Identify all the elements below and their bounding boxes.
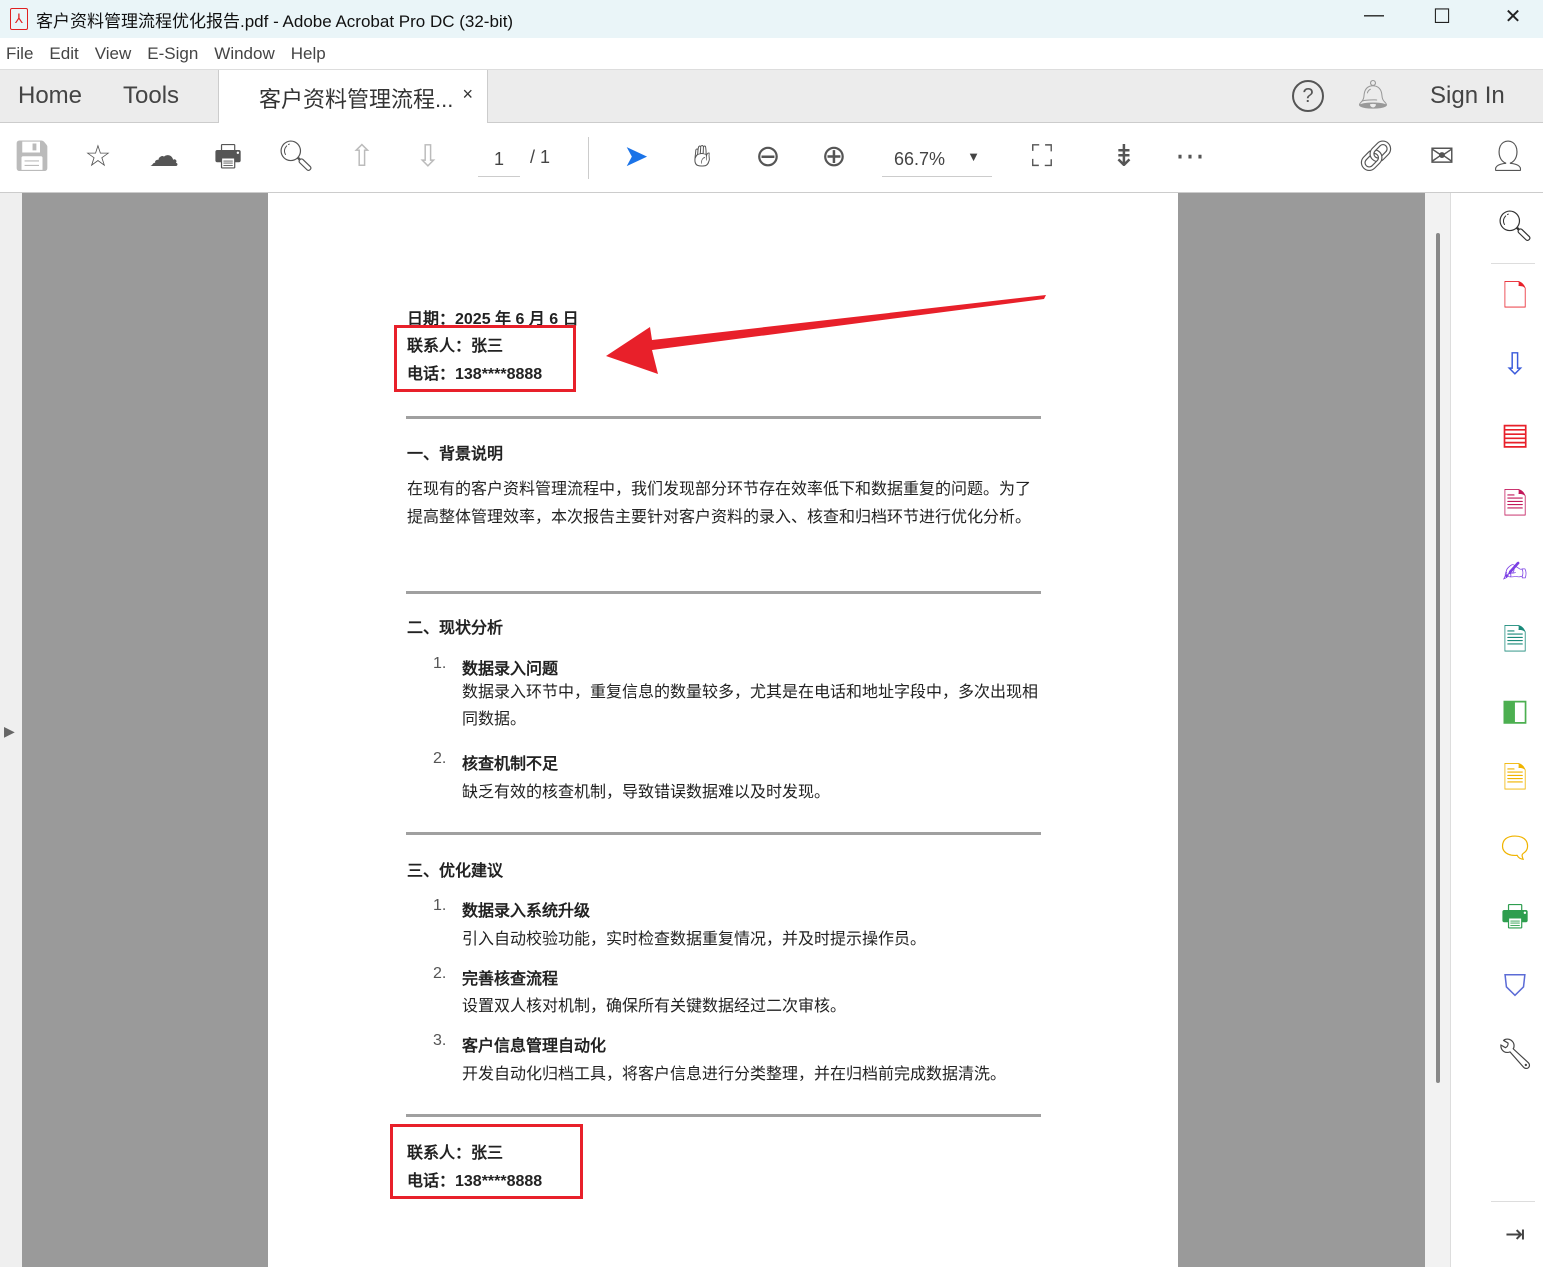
tab-document[interactable]: 客户资料管理流程... × [218,70,488,123]
list-item-title: 完善核查流程 [462,971,559,988]
page-number-input[interactable]: 1 [478,145,520,177]
minimize-button[interactable]: — [1354,4,1394,27]
list-number: 2. [433,965,447,982]
list-item-body: 引入自动校验功能，实时检查数据重复情况，并及时提示操作员。 [462,931,927,948]
list-item-title: 核查机制不足 [462,756,559,773]
page-fit-icon[interactable]: ⛶ [1022,137,1062,177]
scroll-mode-icon[interactable]: ⇟ [1104,137,1144,177]
close-tab-icon[interactable]: × [462,84,473,105]
title-bar: ⅄ 客户资料管理流程优化报告.pdf - Adobe Acrobat Pro D… [0,0,1543,38]
zoom-select[interactable]: 66.7% ▼ [882,145,992,177]
annotation-arrow [606,295,1046,374]
search-icon[interactable]: 🔍︎ [276,137,316,177]
cloud-upload-icon[interactable]: ☁ [144,137,184,177]
scroll-thumb[interactable] [1436,233,1440,1083]
menu-help[interactable]: Help [291,44,326,64]
divider [1491,1201,1535,1202]
print-production-icon[interactable]: 🖶 [1495,897,1535,937]
divider [1491,263,1535,264]
list-item-title: 数据录入问题 [462,661,559,678]
page-count: / 1 [530,147,551,167]
divider [588,137,589,179]
list-number: 3. [433,1032,447,1049]
add-user-icon[interactable]: 👤︎ [1488,137,1528,177]
toolbar: 💾︎ ☆ ☁ 🖶 🔍︎ ⇧ ⇩ 1 / 1 ➤ ✋︎ ⊖ ⊕ 66.7% ▼ ⛶ … [0,123,1543,193]
collapse-pane-icon[interactable]: ⇥ [1495,1215,1535,1255]
tab-tools[interactable]: Tools [123,82,179,110]
more-tools-icon[interactable]: 🔧︎ [1495,1035,1535,1075]
hand-icon[interactable]: ✋︎ [682,137,722,177]
select-cursor-icon[interactable]: ➤ [616,137,656,177]
list-number: 1. [433,897,447,914]
list-item-body: 缺乏有效的核查机制，导致错误数据难以及时发现。 [462,784,831,801]
list-item-body: 设置双人核对机制，确保所有关键数据经过二次审核。 [462,998,847,1015]
export-pdf-icon[interactable]: ⇩ [1495,345,1535,385]
protect-icon[interactable]: ⛉ [1495,967,1535,1007]
fill-sign-icon[interactable]: ✍ [1495,553,1535,593]
divider [406,1114,1041,1117]
menu-edit[interactable]: Edit [49,44,78,64]
left-panel-toggle[interactable]: ▶ [0,193,22,1267]
list-number: 1. [433,655,447,672]
menu-esign[interactable]: E-Sign [147,44,198,64]
more-icon[interactable]: ⋯ [1170,137,1210,177]
close-button[interactable]: ✕ [1493,4,1533,29]
compare-icon[interactable]: ◧ [1495,691,1535,731]
expand-left-icon[interactable]: ▶ [4,723,15,740]
edit-pdf-icon[interactable]: 🗎 [1495,485,1535,525]
menu-window[interactable]: Window [214,44,274,64]
next-page-icon[interactable]: ⇩ [408,137,448,177]
vertical-scrollbar[interactable] [1425,193,1450,1267]
bell-icon[interactable]: 🔔︎ [1355,78,1391,111]
zoom-in-icon[interactable]: ⊕ [814,137,854,177]
section-1-body: 在现有的客户资料管理流程中，我们发现部分环节存在效率低下和数据重复的问题。为了提… [407,481,1032,526]
divider [406,591,1041,594]
list-item-body: 开发自动化归档工具，将客户信息进行分类整理，并在归档前完成数据清洗。 [462,1066,1007,1083]
create-pdf-icon[interactable]: 🗋 [1495,277,1535,317]
list-item-body: 数据录入环节中，重复信息的数量较多，尤其是在电话和地址字段中，多次出现相同数据。 [462,684,1039,728]
divider [406,832,1041,835]
acrobat-icon: ⅄ [10,8,28,30]
annotation-box [390,1124,583,1199]
organize-pages-icon[interactable]: ▤ [1495,415,1535,455]
share-link-icon[interactable]: 🔗︎ [1356,137,1396,177]
maximize-button[interactable]: ☐ [1422,4,1462,29]
tab-home[interactable]: Home [18,82,82,110]
menu-bar: File Edit View E-Sign Window Help [0,38,1543,70]
list-number: 2. [433,750,447,767]
save-icon[interactable]: 💾︎ [12,137,52,177]
zoom-tool-icon[interactable]: 🔍︎ [1495,207,1535,247]
send-for-review-icon[interactable]: 🗎 [1495,621,1535,661]
list-item-title: 客户信息管理自动化 [462,1038,607,1055]
section-3-title: 三、优化建议 [407,863,504,880]
comment-file-icon[interactable]: 🗎 [1495,759,1535,799]
list-item-title: 数据录入系统升级 [462,903,591,920]
help-icon[interactable]: ? [1292,80,1324,112]
divider [406,416,1041,419]
star-icon[interactable]: ☆ [78,137,118,177]
sign-in-button[interactable]: Sign In [1430,82,1505,110]
print-icon[interactable]: 🖶 [208,137,248,177]
annotation-box [394,325,576,392]
tab-bar: Home Tools 客户资料管理流程... × ? 🔔︎ Sign In [0,70,1543,123]
chevron-down-icon: ▼ [967,149,980,164]
zoom-value: 66.7% [894,149,946,169]
menu-view[interactable]: View [95,44,132,64]
section-1-title: 一、背景说明 [407,446,504,463]
window-title: 客户资料管理流程优化报告.pdf - Adobe Acrobat Pro DC … [36,11,514,31]
menu-file[interactable]: File [6,44,33,64]
email-icon[interactable]: ✉ [1422,137,1462,177]
zoom-out-icon[interactable]: ⊖ [748,137,788,177]
previous-page-icon[interactable]: ⇧ [342,137,382,177]
comment-icon[interactable]: 🗨 [1495,829,1535,869]
tools-pane: 🔍︎ 🗋 ⇩ ▤ 🗎 ✍ 🗎 ◧ 🗎 🗨 🖶 ⛉ 🔧︎ ⇥ [1450,193,1543,1267]
section-2-title: 二、现状分析 [407,620,504,637]
tab-document-label: 客户资料管理流程... [259,87,454,112]
